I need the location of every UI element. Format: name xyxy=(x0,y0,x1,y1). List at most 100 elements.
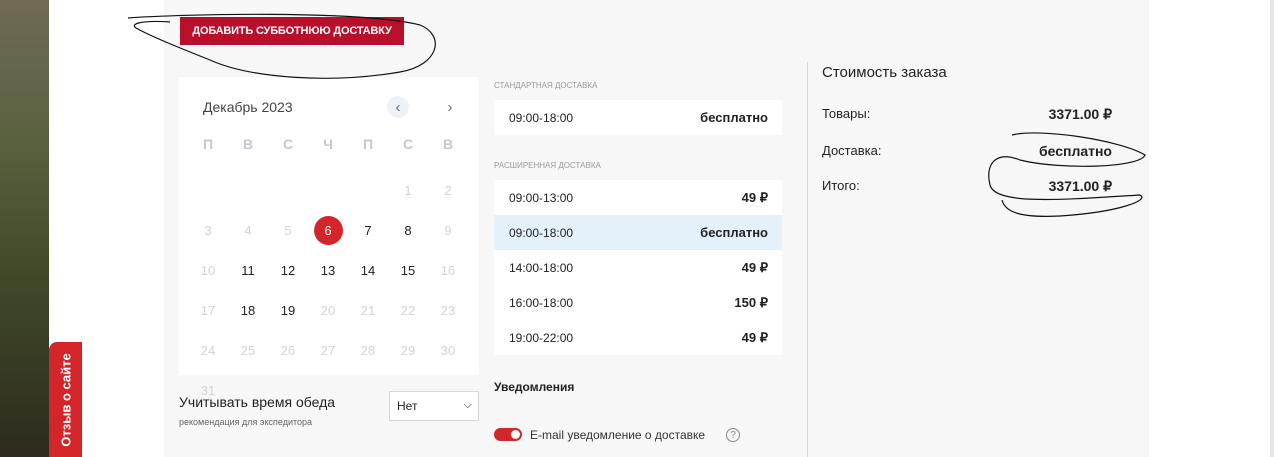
calendar-day: 4 xyxy=(228,210,268,250)
delivery-slot[interactable]: 14:00-18:00 49 ₽ xyxy=(494,250,782,285)
calendar-day-number: 26 xyxy=(280,342,296,358)
calendar-day: 16 xyxy=(428,250,468,290)
slot-price: бесплатно xyxy=(700,110,768,125)
standard-delivery-slots: 09:00-18:00 бесплатно xyxy=(494,100,782,135)
calendar-day-number: 13 xyxy=(320,262,336,278)
delivery-slot[interactable]: 09:00-18:00 бесплатно xyxy=(494,215,782,250)
slot-time: 19:00-22:00 xyxy=(509,330,574,345)
question-circle-icon[interactable]: ? xyxy=(726,428,740,442)
calendar-day-number: 28 xyxy=(360,342,376,358)
slot-time: 09:00-13:00 xyxy=(509,190,574,205)
calendar-day[interactable]: 13 xyxy=(308,250,348,290)
calendar-day[interactable]: 14 xyxy=(348,250,388,290)
slot-price: 49 ₽ xyxy=(741,189,768,205)
feedback-tab[interactable]: Отзыв о сайте xyxy=(49,342,82,457)
calendar-day-number: 4 xyxy=(244,222,252,238)
calendar-day: 26 xyxy=(268,330,308,370)
calendar-day-number: 9 xyxy=(444,222,452,238)
lunch-time-label: Учитывать время обеда xyxy=(179,394,336,410)
calendar-day[interactable]: 6 xyxy=(308,210,348,250)
calendar-day: 2 xyxy=(428,170,468,210)
add-saturday-delivery-button[interactable]: ДОБАВИТЬ СУББОТНЮЮ ДОСТАВКУ xyxy=(180,17,404,45)
slot-time: 14:00-18:00 xyxy=(509,260,574,275)
calendar-day-number: 22 xyxy=(400,302,416,318)
calendar-day-number: 5 xyxy=(284,222,292,238)
summary-label: Товары: xyxy=(822,106,871,121)
summary-label: Доставка: xyxy=(822,143,882,158)
notifications-title: Уведомления xyxy=(494,380,575,394)
calendar-day: 27 xyxy=(308,330,348,370)
calendar-day-number: 3 xyxy=(204,222,212,238)
delivery-slot[interactable]: 09:00-13:00 49 ₽ xyxy=(494,180,782,215)
calendar-day-number: 12 xyxy=(280,262,296,278)
calendar-day[interactable]: 7 xyxy=(348,210,388,250)
calendar-weekdays: П В С Ч П С В xyxy=(188,136,468,152)
weekday-label: В xyxy=(242,136,254,152)
scrollbar[interactable] xyxy=(1270,0,1274,457)
calendar-day-number: 6 xyxy=(313,215,343,245)
summary-value: 3371.00 ₽ xyxy=(1048,178,1112,194)
slot-price: 49 ₽ xyxy=(741,259,768,275)
calendar: Декабрь 2023 ‹ › П В С Ч П С В 123456789… xyxy=(179,77,479,398)
calendar-day[interactable]: 12 xyxy=(268,250,308,290)
calendar-day: 30 xyxy=(428,330,468,370)
calendar-day-number: 18 xyxy=(240,302,256,318)
chevron-down-icon: ⌵ xyxy=(463,399,472,411)
summary-label: Итого: xyxy=(822,178,860,193)
calendar-day: 20 xyxy=(308,290,348,330)
calendar-day: 22 xyxy=(388,290,428,330)
lunch-select-value: Нет xyxy=(397,399,418,413)
calendar-day-number: 7 xyxy=(364,222,372,238)
calendar-day-number: 14 xyxy=(360,262,376,278)
calendar-day[interactable]: 18 xyxy=(228,290,268,330)
delivery-slot[interactable]: 19:00-22:00 49 ₽ xyxy=(494,320,782,355)
vertical-divider xyxy=(807,62,808,457)
calendar-day-number: 29 xyxy=(400,342,416,358)
calendar-day-number: 2 xyxy=(444,182,452,198)
calendar-day: 9 xyxy=(428,210,468,250)
calendar-day: 23 xyxy=(428,290,468,330)
weekday-label: П xyxy=(362,136,374,152)
feedback-tab-label: Отзыв о сайте xyxy=(58,353,73,447)
calendar-day-number: 23 xyxy=(440,302,456,318)
calendar-day-number: 21 xyxy=(360,302,376,318)
calendar-day-number: 16 xyxy=(440,262,456,278)
slot-time: 09:00-18:00 xyxy=(509,110,574,125)
summary-value: бесплатно xyxy=(1038,143,1112,159)
calendar-day: 17 xyxy=(188,290,228,330)
lunch-time-select[interactable]: Нет ⌵ xyxy=(389,391,479,421)
calendar-day: 29 xyxy=(388,330,428,370)
summary-value: 3371.00 ₽ xyxy=(1048,106,1112,122)
summary-row-delivery: Доставка: бесплатно xyxy=(822,143,1112,159)
chevron-left-icon[interactable]: ‹ xyxy=(387,96,409,118)
chevron-right-icon[interactable]: › xyxy=(439,96,461,118)
calendar-day-number: 27 xyxy=(320,342,336,358)
calendar-day[interactable]: 15 xyxy=(388,250,428,290)
weekday-label: С xyxy=(282,136,294,152)
calendar-day-number: 25 xyxy=(240,342,256,358)
summary-row-total: Итого: 3371.00 ₽ xyxy=(822,178,1112,195)
slot-price: бесплатно xyxy=(700,225,768,240)
calendar-day: 5 xyxy=(268,210,308,250)
slot-time: 16:00-18:00 xyxy=(509,295,574,310)
calendar-day[interactable]: 19 xyxy=(268,290,308,330)
calendar-day: 25 xyxy=(228,330,268,370)
standard-delivery-title: СТАНДАРТНАЯ ДОСТАВКА xyxy=(494,81,598,90)
calendar-day-number: 19 xyxy=(280,302,296,318)
slot-price: 150 ₽ xyxy=(734,294,768,310)
calendar-day-number: 24 xyxy=(200,342,216,358)
calendar-days-grid: 1 2 3 4 5 6 7 8 9 10 11 12 13 14 15 16 17 18 19 20 21 22 23 24 2… xyxy=(188,170,468,410)
email-notification-toggle[interactable] xyxy=(494,428,522,441)
summary-row-goods: Товары: 3371.00 ₽ xyxy=(822,106,1112,123)
delivery-slot[interactable]: 09:00-18:00 бесплатно xyxy=(494,100,782,135)
delivery-slot[interactable]: 16:00-18:00 150 ₽ xyxy=(494,285,782,320)
calendar-day[interactable]: 11 xyxy=(228,250,268,290)
calendar-day-number: 10 xyxy=(200,262,216,278)
extended-delivery-title: РАСШИРЕННАЯ ДОСТАВКА xyxy=(494,161,601,170)
calendar-day: 21 xyxy=(348,290,388,330)
weekday-label: В xyxy=(442,136,454,152)
calendar-day[interactable]: 8 xyxy=(388,210,428,250)
calendar-day-number: 17 xyxy=(200,302,216,318)
email-notification-label: E-mail уведомление о доставке xyxy=(530,428,706,442)
calendar-day: 10 xyxy=(188,250,228,290)
